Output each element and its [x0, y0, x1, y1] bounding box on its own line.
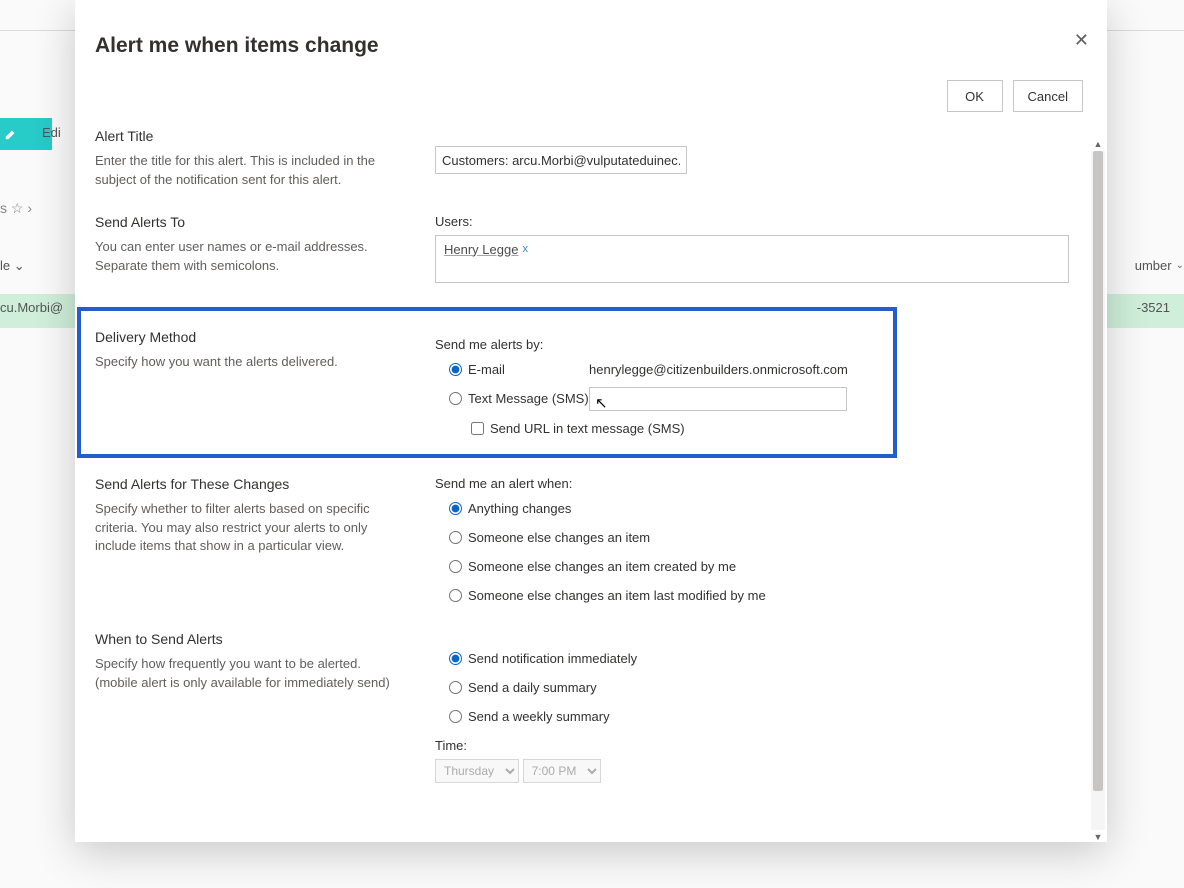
delivery-sms-input[interactable]	[589, 387, 847, 411]
send-url-checkbox[interactable]	[471, 422, 484, 435]
section-delivery: Delivery Method Specify how you want the…	[95, 329, 883, 436]
send-to-desc: You can enter user names or e-mail addre…	[95, 238, 395, 276]
section-alert-title: Alert Title Enter the title for this ale…	[95, 128, 1087, 190]
change-opt-3-label: Someone else changes an item last modifi…	[468, 588, 766, 603]
section-when: When to Send Alerts Specify how frequent…	[95, 631, 1087, 783]
when-opt-2-label: Send a weekly summary	[468, 709, 610, 724]
send-url-label: Send URL in text message (SMS)	[490, 421, 685, 436]
change-opt-0-radio[interactable]	[449, 502, 462, 515]
cancel-button[interactable]: Cancel	[1013, 80, 1083, 112]
users-input[interactable]: Henry Legge x	[435, 235, 1069, 283]
delivery-desc: Specify how you want the alerts delivere…	[95, 353, 395, 372]
user-chip-name[interactable]: Henry Legge	[444, 242, 518, 257]
dialog-title: Alert me when items change	[95, 34, 1087, 58]
change-opt-1-radio[interactable]	[449, 531, 462, 544]
scroll-thumb[interactable]	[1093, 151, 1103, 791]
delivery-sms-radio[interactable]	[449, 392, 462, 405]
users-label: Users:	[435, 214, 1087, 229]
user-chip-remove-icon[interactable]: x	[522, 243, 528, 255]
when-opt-1-label: Send a daily summary	[468, 680, 597, 695]
delivery-email-radio[interactable]	[449, 363, 462, 376]
when-opt-0-radio[interactable]	[449, 652, 462, 665]
when-heading: When to Send Alerts	[95, 631, 395, 647]
scrollbar[interactable]: ▲ ▼	[1091, 151, 1105, 830]
change-opt-2-label: Someone else changes an item created by …	[468, 559, 736, 574]
dialog-buttons-top: OK Cancel	[95, 80, 1087, 112]
change-opt-1-label: Someone else changes an item	[468, 530, 650, 545]
send-to-heading: Send Alerts To	[95, 214, 395, 230]
when-opt-2-radio[interactable]	[449, 710, 462, 723]
user-chip: Henry Legge x	[444, 242, 528, 257]
alert-title-heading: Alert Title	[95, 128, 395, 144]
time-label: Time:	[435, 738, 1087, 753]
send-by-label: Send me alerts by:	[435, 337, 883, 352]
scroll-down-icon[interactable]: ▼	[1091, 830, 1105, 842]
dialog-header: Alert me when items change ✕	[75, 0, 1107, 66]
changes-desc: Specify whether to filter alerts based o…	[95, 500, 395, 557]
delivery-email-label: E-mail	[468, 362, 505, 377]
delivery-email-value: henrylegge@citizenbuilders.onmicrosoft.c…	[589, 362, 883, 377]
change-opt-0-label: Anything changes	[468, 501, 571, 516]
delivery-highlight: Delivery Method Specify how you want the…	[77, 307, 897, 458]
scroll-up-icon[interactable]: ▲	[1091, 137, 1105, 151]
when-opt-1-radio[interactable]	[449, 681, 462, 694]
section-send-to: Send Alerts To You can enter user names …	[95, 214, 1087, 283]
section-changes: Send Alerts for These Changes Specify wh…	[95, 476, 1087, 607]
change-opt-2-radio[interactable]	[449, 560, 462, 573]
alert-title-input[interactable]	[435, 146, 687, 174]
alert-title-desc: Enter the title for this alert. This is …	[95, 152, 395, 190]
delivery-sms-label: Text Message (SMS)	[468, 391, 589, 406]
dialog-body: ▲ ▼ OK Cancel Alert Title Enter the titl…	[75, 66, 1107, 842]
when-opt-0-label: Send notification immediately	[468, 651, 637, 666]
time-hour-select[interactable]: 7:00 PM	[523, 759, 601, 783]
change-opt-3-radio[interactable]	[449, 589, 462, 602]
time-day-select[interactable]: Thursday	[435, 759, 519, 783]
changes-heading: Send Alerts for These Changes	[95, 476, 395, 492]
changes-when-label: Send me an alert when:	[435, 476, 1087, 491]
delivery-heading: Delivery Method	[95, 329, 395, 345]
when-desc: Specify how frequently you want to be al…	[95, 655, 395, 693]
close-button[interactable]: ✕	[1074, 30, 1089, 51]
ok-button[interactable]: OK	[947, 80, 1003, 112]
alert-settings-dialog: Alert me when items change ✕ ▲ ▼ OK Canc…	[75, 0, 1107, 842]
